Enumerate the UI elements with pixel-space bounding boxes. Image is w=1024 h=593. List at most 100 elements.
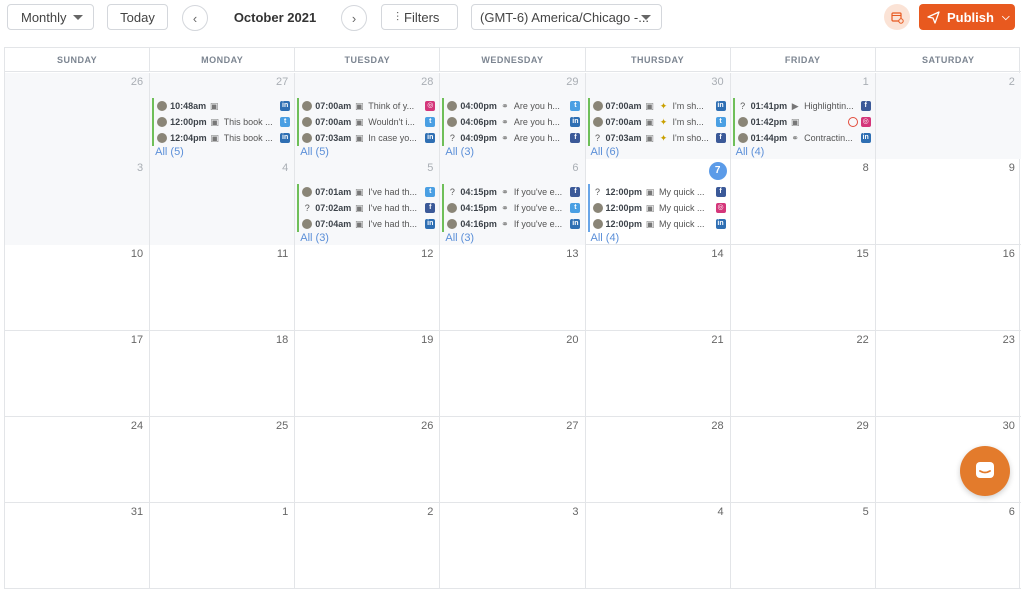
calendar-day-cell[interactable]: 6: [876, 503, 1021, 589]
post-item[interactable]: 12:00pm ▣ This book ... t: [152, 114, 292, 130]
calendar-day-cell[interactable]: 27: [440, 417, 586, 503]
post-item[interactable]: ? 12:00pm ▣ My quick ... f: [587, 184, 728, 200]
error-circle-icon: [847, 117, 858, 127]
calendar-day-cell[interactable]: 17: [5, 331, 151, 417]
image-icon: ▣: [355, 202, 364, 213]
next-month-button[interactable]: ›: [341, 5, 367, 31]
calendar-day-cell[interactable]: 1: [150, 503, 296, 589]
day-number: 1: [282, 506, 289, 518]
calendar-day-cell[interactable]: 29 04:00pm ⚭ Are you h... t 04:06pm ⚭ Are you h…: [440, 73, 586, 159]
calendar-day-cell[interactable]: 1? 01:41pm ▶ Highlightin... f 01:42pm ▣ ◎ 01:44p…: [730, 73, 876, 159]
bee-emoji-icon: ✦: [659, 132, 668, 143]
calendar-day-cell[interactable]: 30 07:00am ▣ ✦ I'm sh... in 07:00am ▣ ✦ I'm sh...…: [585, 73, 731, 159]
show-all-posts-link[interactable]: All (5): [152, 146, 292, 159]
post-item[interactable]: 04:00pm ⚭ Are you h... t: [442, 98, 582, 114]
weekday-header-cell: SUNDAY: [5, 48, 151, 71]
day-number: 25: [276, 420, 289, 432]
calendar-day-cell[interactable]: 7? 12:00pm ▣ My quick ... f 12:00pm ▣ My quick …: [586, 159, 731, 245]
video-icon: ▶: [791, 100, 799, 111]
calendar-day-cell[interactable]: 2: [295, 503, 441, 589]
calendar-day-cell[interactable]: 24: [5, 417, 151, 503]
show-all-posts-link[interactable]: All (3): [297, 232, 437, 245]
calendar-day-cell[interactable]: 14: [586, 245, 731, 331]
calendar-day-cell[interactable]: 19: [295, 331, 441, 417]
calendar-day-cell[interactable]: 3: [5, 159, 151, 245]
post-item[interactable]: 07:00am ▣ ✦ I'm sh... t: [587, 114, 728, 130]
post-text: Are you h...: [513, 101, 560, 111]
calendar-day-cell[interactable]: 16: [876, 245, 1021, 331]
calendar-day-cell[interactable]: 11: [150, 245, 296, 331]
post-item[interactable]: 07:00am ▣ Wouldn't i... t: [297, 114, 437, 130]
today-button[interactable]: Today: [107, 4, 168, 30]
calendar-day-cell[interactable]: 5: [731, 503, 876, 589]
avatar: [447, 203, 458, 213]
caret-down-icon: [641, 15, 651, 20]
chat-widget-button[interactable]: [960, 446, 1010, 496]
calendar-day-cell[interactable]: 20: [440, 331, 586, 417]
publish-button[interactable]: Publish ⌵: [919, 4, 1015, 30]
post-item[interactable]: 04:06pm ⚭ Are you h... in: [442, 114, 582, 130]
calendar-day-cell[interactable]: 12: [295, 245, 441, 331]
calendar-day-cell[interactable]: 28 07:00am ▣ Think of y... ◎ 07:00am ▣ Wouldn't…: [295, 73, 441, 159]
post-item[interactable]: 01:42pm ▣ ◎: [732, 114, 873, 130]
show-all-posts-link[interactable]: All (6): [588, 146, 728, 159]
calendar-day-cell[interactable]: 26: [295, 417, 441, 503]
timezone-dropdown[interactable]: (GMT-6) America/Chicago -...: [471, 4, 662, 30]
calendar-day-cell[interactable]: 22: [731, 331, 876, 417]
calendar-day-cell[interactable]: 21: [586, 331, 731, 417]
post-item[interactable]: 04:16pm ⚭ If you've e... in: [442, 216, 582, 232]
calendar-day-cell[interactable]: 23: [876, 331, 1021, 417]
calendar-day-cell[interactable]: 28: [586, 417, 731, 503]
previous-month-button[interactable]: ‹: [182, 5, 208, 31]
show-all-posts-link[interactable]: All (4): [588, 232, 728, 245]
calendar-day-cell[interactable]: 26: [5, 73, 151, 159]
link-icon: ⚭: [501, 100, 509, 111]
post-item[interactable]: ? 04:09pm ⚭ Are you h... f: [442, 130, 582, 146]
avatar: [302, 117, 313, 127]
post-item[interactable]: ? 07:03am ▣ ✦ I'm sho... f: [587, 130, 728, 146]
show-all-posts-link[interactable]: All (3): [442, 146, 582, 159]
twitter-icon: t: [425, 187, 436, 197]
calendar-day-cell[interactable]: 29: [731, 417, 876, 503]
calendar-day-cell[interactable]: 2: [875, 73, 1021, 159]
post-item[interactable]: ? 01:41pm ▶ Highlightin... f: [732, 98, 873, 114]
calendar-day-cell[interactable]: 10: [5, 245, 151, 331]
post-item[interactable]: 07:04am ▣ I've had th... in: [297, 216, 437, 232]
post-item[interactable]: 07:00am ▣ Think of y... ◎: [297, 98, 437, 114]
post-item[interactable]: 07:01am ▣ I've had th... t: [297, 184, 437, 200]
post-item[interactable]: 04:15pm ⚭ If you've e... t: [442, 200, 582, 216]
calendar-day-cell[interactable]: 13: [440, 245, 586, 331]
calendar-day-cell[interactable]: 4: [586, 503, 731, 589]
post-item[interactable]: ? 07:02am ▣ I've had th... f: [297, 200, 437, 216]
post-item[interactable]: 12:04pm ▣ This book ... in: [152, 130, 292, 146]
link-icon: ⚭: [501, 218, 509, 229]
calendar-day-cell[interactable]: 4: [150, 159, 296, 245]
calendar-day-cell[interactable]: 18: [150, 331, 296, 417]
show-all-posts-link[interactable]: All (3): [442, 232, 582, 245]
calendar-day-cell[interactable]: 31: [5, 503, 151, 589]
post-item[interactable]: 01:44pm ⚭ Contractin... in: [732, 130, 873, 146]
post-list: 10:48am ▣ in 12:00pm ▣ This book ... t 12:04pm ▣…: [152, 98, 292, 159]
show-all-posts-link[interactable]: All (4): [733, 146, 873, 159]
post-item[interactable]: 12:00pm ▣ My quick ... ◎: [587, 200, 728, 216]
show-all-posts-link[interactable]: All (5): [297, 146, 437, 159]
post-text: I'm sh...: [672, 117, 704, 127]
calendar-day-cell[interactable]: 3: [440, 503, 586, 589]
calendar-day-cell[interactable]: 6? 04:15pm ⚭ If you've e... f 04:15pm ⚭ If you'…: [440, 159, 586, 245]
calendar-day-cell[interactable]: 8: [731, 159, 876, 245]
calendar-day-cell[interactable]: 25: [150, 417, 296, 503]
calendar-settings-button[interactable]: [884, 4, 910, 30]
calendar-day-cell[interactable]: 27 10:48am ▣ in 12:00pm ▣ This book ... t 12:04p…: [150, 73, 296, 159]
view-mode-dropdown[interactable]: Monthly: [7, 4, 94, 30]
calendar-day-cell[interactable]: 15: [731, 245, 876, 331]
filters-button[interactable]: ⫶ Filters: [381, 4, 458, 30]
post-text: Are you h...: [513, 117, 560, 127]
post-item[interactable]: 12:00pm ▣ My quick ... in: [587, 216, 728, 232]
calendar-day-cell[interactable]: 5 07:01am ▣ I've had th... t? 07:02am ▣ I've ha…: [295, 159, 441, 245]
post-item[interactable]: 10:48am ▣ in: [152, 98, 292, 114]
post-item[interactable]: 07:03am ▣ In case yo... in: [297, 130, 437, 146]
day-number: 12: [421, 248, 434, 260]
post-item[interactable]: ? 04:15pm ⚭ If you've e... f: [442, 184, 582, 200]
post-item[interactable]: 07:00am ▣ ✦ I'm sh... in: [587, 98, 728, 114]
calendar-day-cell[interactable]: 9: [876, 159, 1021, 245]
